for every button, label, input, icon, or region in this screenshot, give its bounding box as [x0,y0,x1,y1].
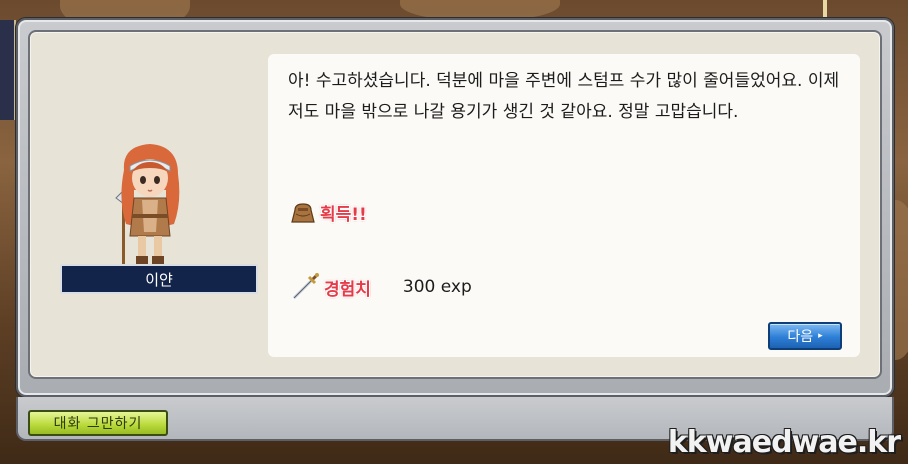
exp-label: 경험치 [324,279,371,300]
bg-rock [400,0,560,20]
bg-rope [823,0,827,20]
exp-value: 300 exp [402,277,472,297]
watermark: kkwaedwae.kr [667,425,901,460]
bg-side-panel [0,20,16,120]
npc-dialog-window: 이얀 아! 수고하셨습니다. 덕분에 마을 주변에 스텀프 수가 많이 줄어들었… [16,18,894,397]
reward-acquire-label: 획득!! [320,205,367,225]
end-chat-button[interactable]: 대화 그만하기 [28,410,168,436]
npc-portrait [115,144,180,266]
npc-nameplate: 이얀 [60,264,258,294]
dialog-text-area: 아! 수고하셨습니다. 덕분에 마을 주변에 스텀프 수가 많이 줄어들었어요.… [268,54,860,357]
next-button-label: 다음 [787,329,814,345]
next-button[interactable]: 다음 ▸ [768,322,842,350]
end-chat-label: 대화 그만하기 [53,416,143,432]
dialog-inner-panel: 이얀 아! 수고하셨습니다. 덕분에 마을 주변에 스텀프 수가 많이 줄어들었… [28,30,882,379]
npc-name: 이얀 [145,270,173,289]
reward-exp-row: 경험치 300 exp [290,272,472,302]
sword-icon [292,273,319,300]
npc-message: 아! 수고하셨습니다. 덕분에 마을 주변에 스텀프 수가 많이 줄어들었어요.… [288,71,840,122]
item-bag-icon [291,202,315,223]
reward-acquire-row: 획득!! [290,200,367,225]
next-arrow-icon: ▸ [818,331,823,341]
